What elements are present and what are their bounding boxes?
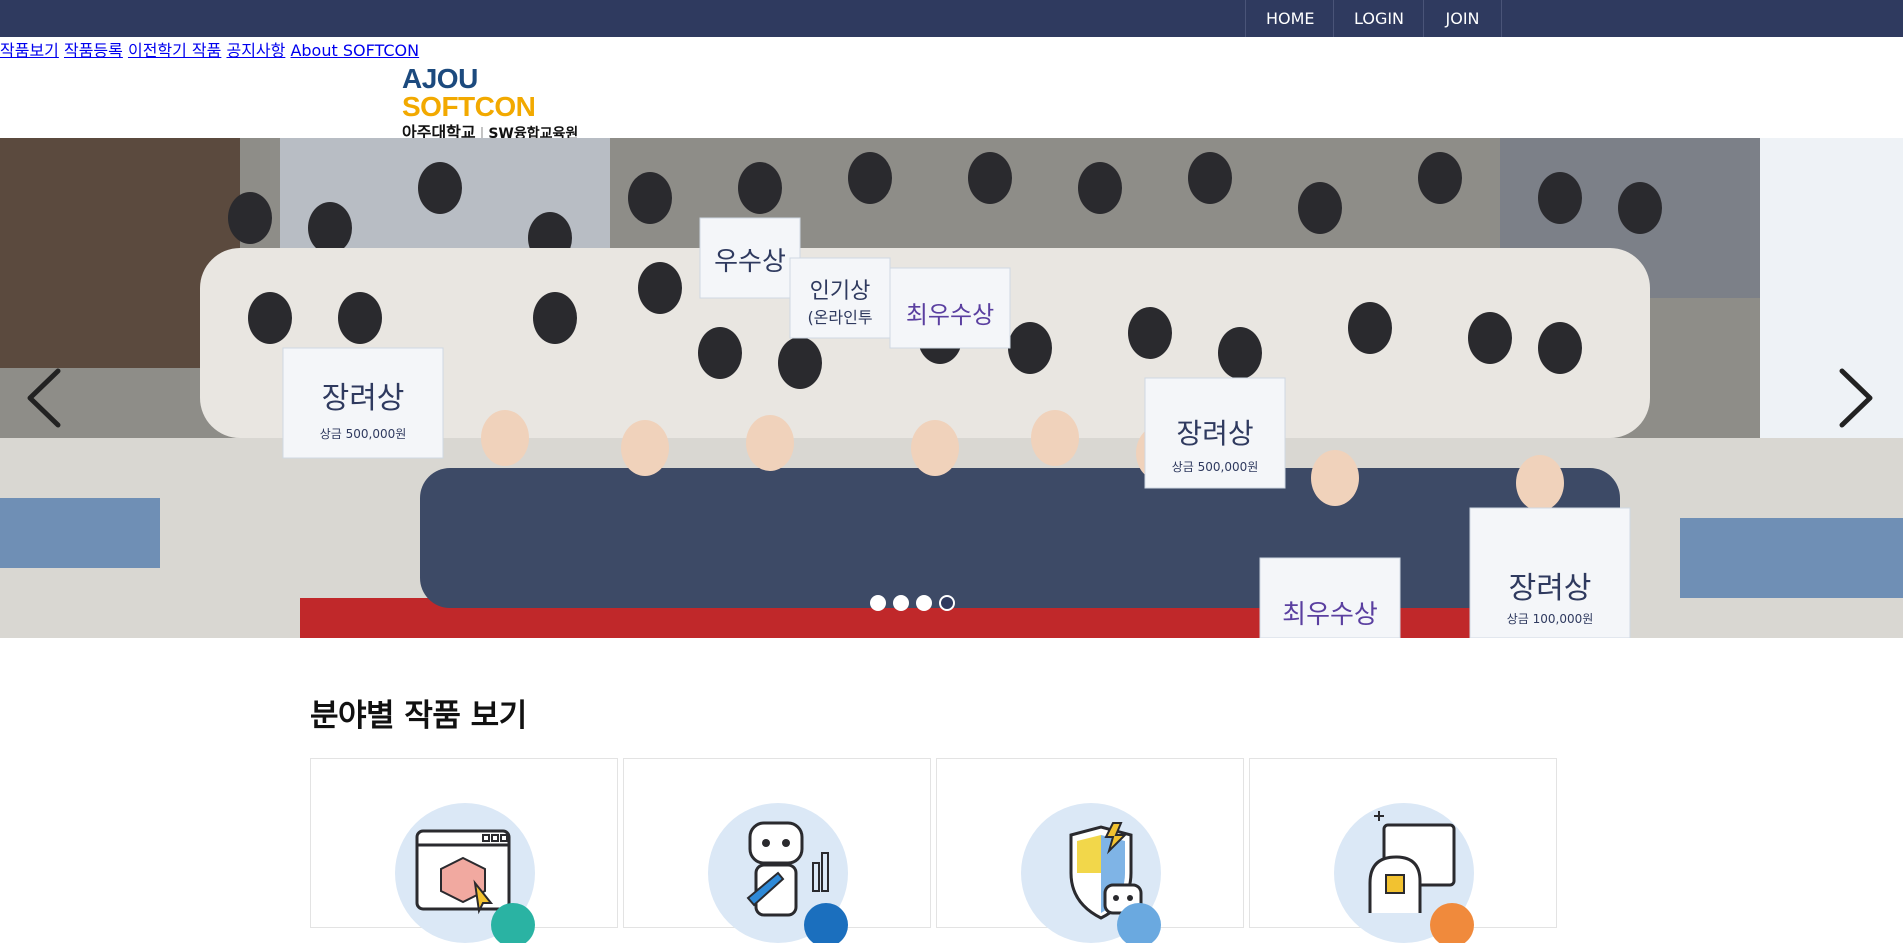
nav-item-register[interactable]: 작품등록 [64,41,123,60]
main-nav: 작품보기 작품등록 이전학기 작품 공지사항 About SOFTCON [0,37,1903,61]
award-sign: 최우수상 [889,267,1011,349]
award-sign: 장려상 상금 100,000원 [1469,507,1631,638]
top-utility-nav: HOME LOGIN JOIN [1245,0,1502,37]
slider-dot-4-active[interactable] [939,595,955,611]
logo-wordmark: AJOU SOFTCON [402,65,602,121]
award-sign-prize: 상금 500,000원 [1172,460,1259,474]
award-sign-subtitle: (온라인투 [807,308,872,327]
category-card-web[interactable] [310,758,618,943]
category-card-ai[interactable] [1249,758,1557,943]
nav-item-about[interactable]: About SOFTCON [290,41,419,60]
join-link[interactable]: JOIN [1424,0,1502,37]
chevron-left-icon [27,368,61,428]
award-sign: 인기상 (온라인투 [789,257,891,339]
shield-robot-icon [1021,803,1161,943]
slider-pagination [870,595,955,611]
award-sign-title: 장려상 [1509,571,1592,606]
award-sign: 최우수상 [1259,557,1401,638]
category-card-security[interactable] [936,758,1244,943]
slider-next-button[interactable] [1830,363,1880,433]
slider-dot-3[interactable] [916,595,932,611]
site-header: AJOU SOFTCON 아주대학교 | SW융합교육원 작품보기 작품등록 이전학… [0,37,1903,143]
logo-ajou-text: AJOU [402,63,478,94]
award-sign-title: 우수상 [714,247,786,277]
category-card-robot[interactable] [623,758,931,943]
login-link[interactable]: LOGIN [1334,0,1424,37]
top-utility-bar: HOME LOGIN JOIN [0,0,1903,37]
category-cards [310,758,1559,943]
award-sign-title: 장려상 [1176,417,1253,450]
award-sign-title: 장려상 [322,381,405,416]
chevron-right-icon [1839,368,1873,428]
award-sign-title: 최우수상 [906,301,994,329]
logo-softcon-text: SOFTCON [402,91,536,122]
slider-dot-1[interactable] [870,595,886,611]
slider-prev-button[interactable] [20,363,70,433]
section-title: 분야별 작품 보기 [310,698,527,734]
site-logo[interactable]: AJOU SOFTCON 아주대학교 | SW융합교육원 [402,65,602,143]
award-sign: 장려상 상금 500,000원 [282,347,444,459]
award-sign-prize: 상금 500,000원 [320,427,407,441]
robot-wrench-icon [708,803,848,943]
award-sign-title: 인기상 [810,279,871,304]
award-sign-title: 최우수상 [1282,600,1378,630]
nav-item-previous-works[interactable]: 이전학기 작품 [128,41,221,60]
nav-item-notices[interactable]: 공지사항 [226,41,285,60]
award-sign: 장려상 상금 500,000원 [1144,377,1286,489]
home-link[interactable]: HOME [1246,0,1334,37]
award-sign: 우수상 [699,217,801,299]
nav-item-works[interactable]: 작품보기 [0,41,59,60]
web-cube-icon [395,803,535,943]
slider-dot-2[interactable] [893,595,909,611]
award-sign-prize: 상금 100,000원 [1507,612,1594,626]
hero-group-photo: 장려상 상금 500,000원 우수상 인기상 (온라인투 최우수상 장려상 상… [0,138,1903,638]
ai-brain-computer-icon [1334,803,1474,943]
hero-slider: 장려상 상금 500,000원 우수상 인기상 (온라인투 최우수상 장려상 상… [0,138,1903,638]
